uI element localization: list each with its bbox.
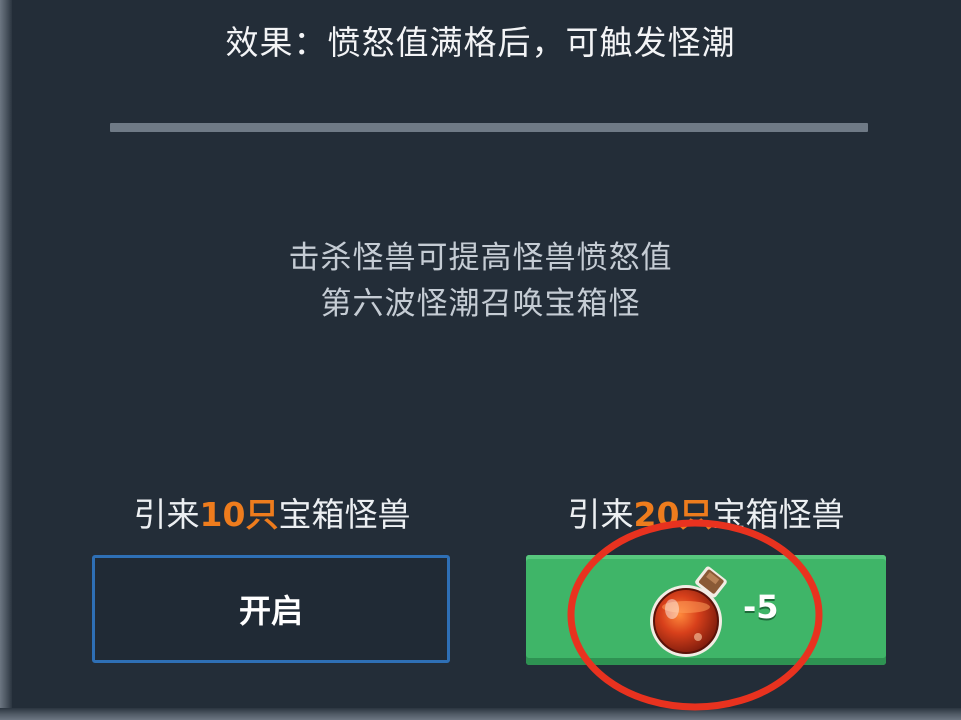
option-left-count: 10只	[199, 495, 279, 534]
summon-with-potion-button[interactable]: -5	[526, 555, 886, 665]
divider	[110, 123, 868, 132]
option-left-prefix: 引来	[133, 495, 200, 534]
potion-icon	[650, 566, 727, 657]
game-dialog-panel: 效果：愤怒值满格后，可触发怪潮 击杀怪兽可提高怪兽愤怒值 第六波怪潮召唤宝箱怪 …	[0, 0, 961, 720]
open-button-label: 开启	[238, 592, 303, 630]
option-left-suffix: 宝箱怪兽	[278, 495, 411, 534]
option-right-prefix: 引来	[567, 495, 634, 534]
panel-left-border	[0, 0, 12, 720]
effect-text: 效果：愤怒值满格后，可触发怪潮	[225, 23, 736, 62]
description-line-2: 第六波怪潮召唤宝箱怪	[320, 286, 641, 322]
open-button[interactable]: 开启	[92, 555, 450, 663]
option-left-label: 引来10只宝箱怪兽	[92, 488, 452, 536]
option-right-label: 引来20只宝箱怪兽	[526, 488, 886, 536]
option-right-suffix: 宝箱怪兽	[712, 495, 845, 534]
cost-label: -5	[743, 588, 779, 626]
panel-bottom-border	[0, 708, 961, 720]
option-right-count: 20只	[633, 495, 713, 534]
description-line-1: 击杀怪兽可提高怪兽愤怒值	[288, 240, 673, 276]
